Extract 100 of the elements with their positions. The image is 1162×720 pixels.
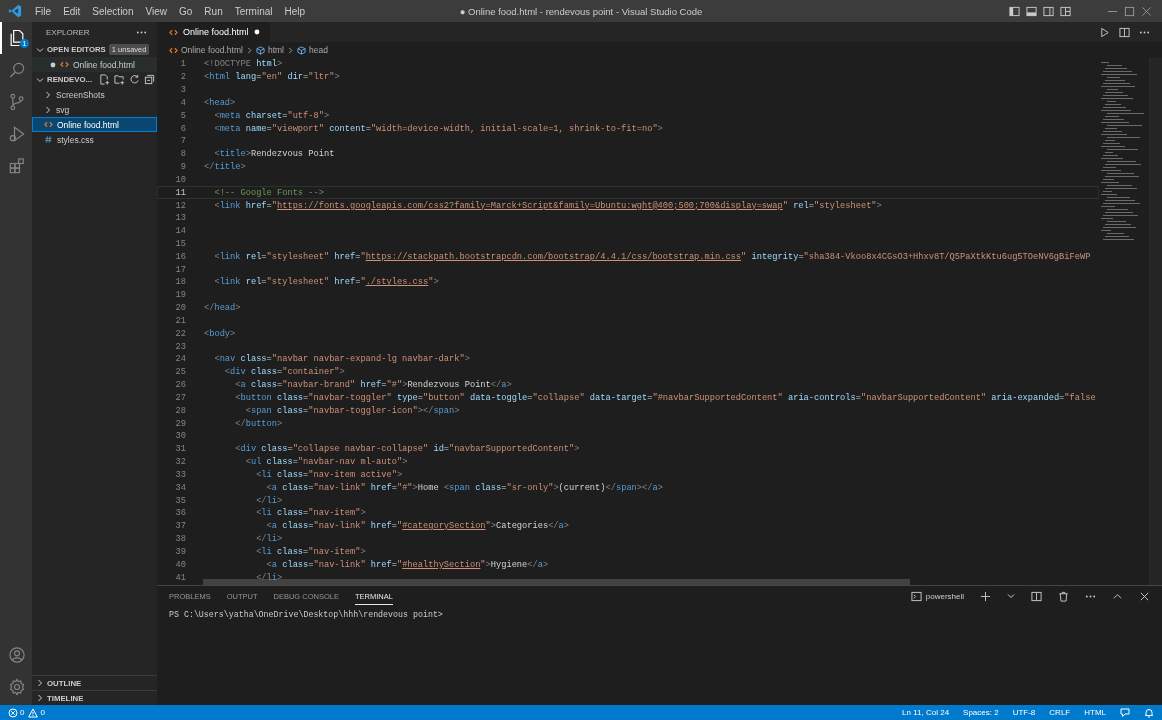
split-editor-icon[interactable]: [1119, 26, 1130, 38]
horizontal-scrollbar[interactable]: [203, 579, 910, 585]
extensions-icon: [7, 156, 27, 176]
menu-item[interactable]: Go: [174, 3, 198, 19]
tab-label: Online food.html: [183, 27, 249, 37]
cube-icon: [296, 45, 306, 55]
line-number: 9: [179, 162, 186, 173]
menu-item[interactable]: View: [140, 3, 172, 19]
menu-item[interactable]: Run: [199, 3, 228, 19]
line-number: 17: [174, 264, 186, 275]
code-line: <div class="collapse navbar-collapse" id="navbarSupportedContent">: [234, 444, 580, 455]
line-number: 24: [174, 354, 186, 365]
terminal-icon: [910, 590, 922, 602]
bell-icon[interactable]: [1144, 707, 1154, 718]
menu-item[interactable]: Help: [279, 3, 311, 19]
menu-item[interactable]: Terminal: [229, 3, 278, 19]
layout-icon[interactable]: [1060, 5, 1071, 17]
file-tree-item[interactable]: svg: [32, 102, 157, 117]
line-number: 11: [174, 187, 186, 198]
new-folder-icon[interactable]: [114, 74, 126, 85]
plus-icon[interactable]: [980, 590, 991, 602]
cube-icon: [255, 45, 265, 55]
line-number: 29: [174, 418, 186, 429]
line-number: 31: [174, 444, 186, 455]
code-line: <meta name="viewport" content="width=device-width, initial-scale=1, shrink-to-fit=no">: [213, 123, 663, 134]
status-count[interactable]: 0: [40, 708, 45, 717]
line-number: 6: [179, 123, 186, 134]
code-line: <a class="nav-link" href="#">Home <span class="sr-only">(current)</span></a>: [265, 482, 663, 493]
code-line: <div class="container">: [223, 367, 345, 378]
line-number: 28: [174, 405, 186, 416]
sidebar-toggle-icon[interactable]: [1009, 5, 1020, 17]
breadcrumb-item[interactable]: html: [267, 45, 284, 55]
code-file-icon: [169, 45, 178, 55]
file-tree-item[interactable]: ScreenShots: [32, 87, 157, 102]
window-title: ● Online food.html - rendevous point - Visual Studio Code: [459, 5, 703, 17]
line-number: 38: [174, 534, 186, 545]
line-number: 22: [174, 328, 186, 339]
feedback-icon[interactable]: [1120, 707, 1130, 718]
panel-toggle-icon[interactable]: [1026, 5, 1037, 17]
file-tree-item[interactable]: styles.css: [32, 132, 157, 147]
error-icon: [8, 707, 18, 718]
vertical-scrollbar[interactable]: [1149, 58, 1162, 585]
file-tree-item[interactable]: Online food.html: [32, 117, 157, 132]
line-number: 12: [174, 200, 186, 211]
chevron-icon[interactable]: [1007, 592, 1015, 600]
menu-item[interactable]: Selection: [87, 3, 139, 19]
line-number: 5: [179, 110, 186, 121]
secondary-sidebar-toggle-icon[interactable]: [1043, 5, 1054, 17]
run-icon[interactable]: [1099, 26, 1110, 38]
code-line: <!DOCTYPE html>: [204, 59, 283, 70]
code-line: <li class="nav-item active">: [255, 469, 403, 480]
code-line: <link href="https://fonts.googleapis.com/css2?family=Marck+Script&family=Ubuntu:wght@400;500;700&display=swap" rel="stylesheet">: [213, 200, 882, 211]
line-number: 37: [174, 521, 186, 532]
menu-item[interactable]: File: [30, 3, 57, 19]
status-count[interactable]: 0: [20, 708, 25, 717]
code-line: <button class="navbar-toggler" type="button" data-toggle="collapse" data-target="#navbarSupportedContent" aria-controls="navbarSupportedContent" aria-expanded="false: [234, 392, 1096, 403]
code-line: <link rel="stylesheet" href="https://stackpath.bootstrapcdn.com/bootstrap/4.4.1/css/bootstrap.min.css" integrity="sha384-Vkoo8x4CGsO3+Hhxv8T/Q5PaXtkKtu6ug5TOeNV6gBiFeWP: [213, 251, 1091, 262]
line-number: 41: [174, 572, 186, 583]
line-number: 23: [174, 341, 186, 352]
warning-icon: [28, 707, 39, 718]
status-item[interactable]: HTML: [1084, 708, 1106, 717]
status-item[interactable]: CRLF: [1049, 708, 1071, 717]
line-number: 20: [174, 303, 186, 314]
line-number: 35: [174, 495, 186, 506]
code-line: <!-- Google Fonts -->: [213, 187, 324, 198]
collapse-all-icon[interactable]: [144, 74, 156, 85]
split-terminal-icon[interactable]: [1031, 590, 1042, 602]
code-line: <ul class="navbar-nav ml-auto">: [244, 457, 408, 468]
line-number: 1: [179, 59, 186, 70]
chevron-icon: [286, 46, 294, 54]
shell-name[interactable]: powershell: [925, 591, 964, 601]
code-line: <li class="nav-item">: [255, 546, 366, 557]
trash-icon[interactable]: [1058, 590, 1069, 602]
status-item[interactable]: UTF-8: [1012, 708, 1036, 717]
code-line: <body>: [204, 328, 236, 339]
status-item[interactable]: Spaces: 2: [963, 708, 999, 717]
code-line: <html lang="en" dir="ltr">: [204, 72, 340, 83]
breadcrumb-item[interactable]: head: [308, 45, 328, 55]
play-bug-icon: [7, 124, 27, 144]
line-number: 8: [179, 149, 186, 160]
code-line: <a class="nav-link" href="#categorySection">Categories</a>: [265, 521, 570, 532]
status-item[interactable]: Ln 11, Col 24: [902, 708, 950, 717]
new-file-icon[interactable]: [99, 74, 111, 85]
line-number: 15: [174, 239, 186, 249]
refresh-icon[interactable]: [129, 74, 141, 85]
close-icon[interactable]: [1139, 590, 1150, 602]
line-number: 10: [174, 174, 186, 185]
breadcrumb-item[interactable]: Online food.html: [181, 45, 243, 55]
settings-icon[interactable]: [7, 677, 27, 697]
line-number: 21: [174, 315, 186, 326]
code-file-icon: [44, 120, 53, 129]
maximize-icon[interactable]: [1124, 5, 1135, 17]
account-icon[interactable]: [7, 645, 27, 665]
search-icon: [7, 60, 27, 80]
menu-item[interactable]: Edit: [58, 3, 86, 19]
code-line: <meta charset="utf-8">: [213, 110, 330, 121]
line-number: 18: [174, 277, 186, 288]
line-number: 34: [174, 482, 186, 493]
editor-tab[interactable]: Online food.html: [157, 22, 270, 42]
code-line: </head>: [204, 303, 241, 314]
